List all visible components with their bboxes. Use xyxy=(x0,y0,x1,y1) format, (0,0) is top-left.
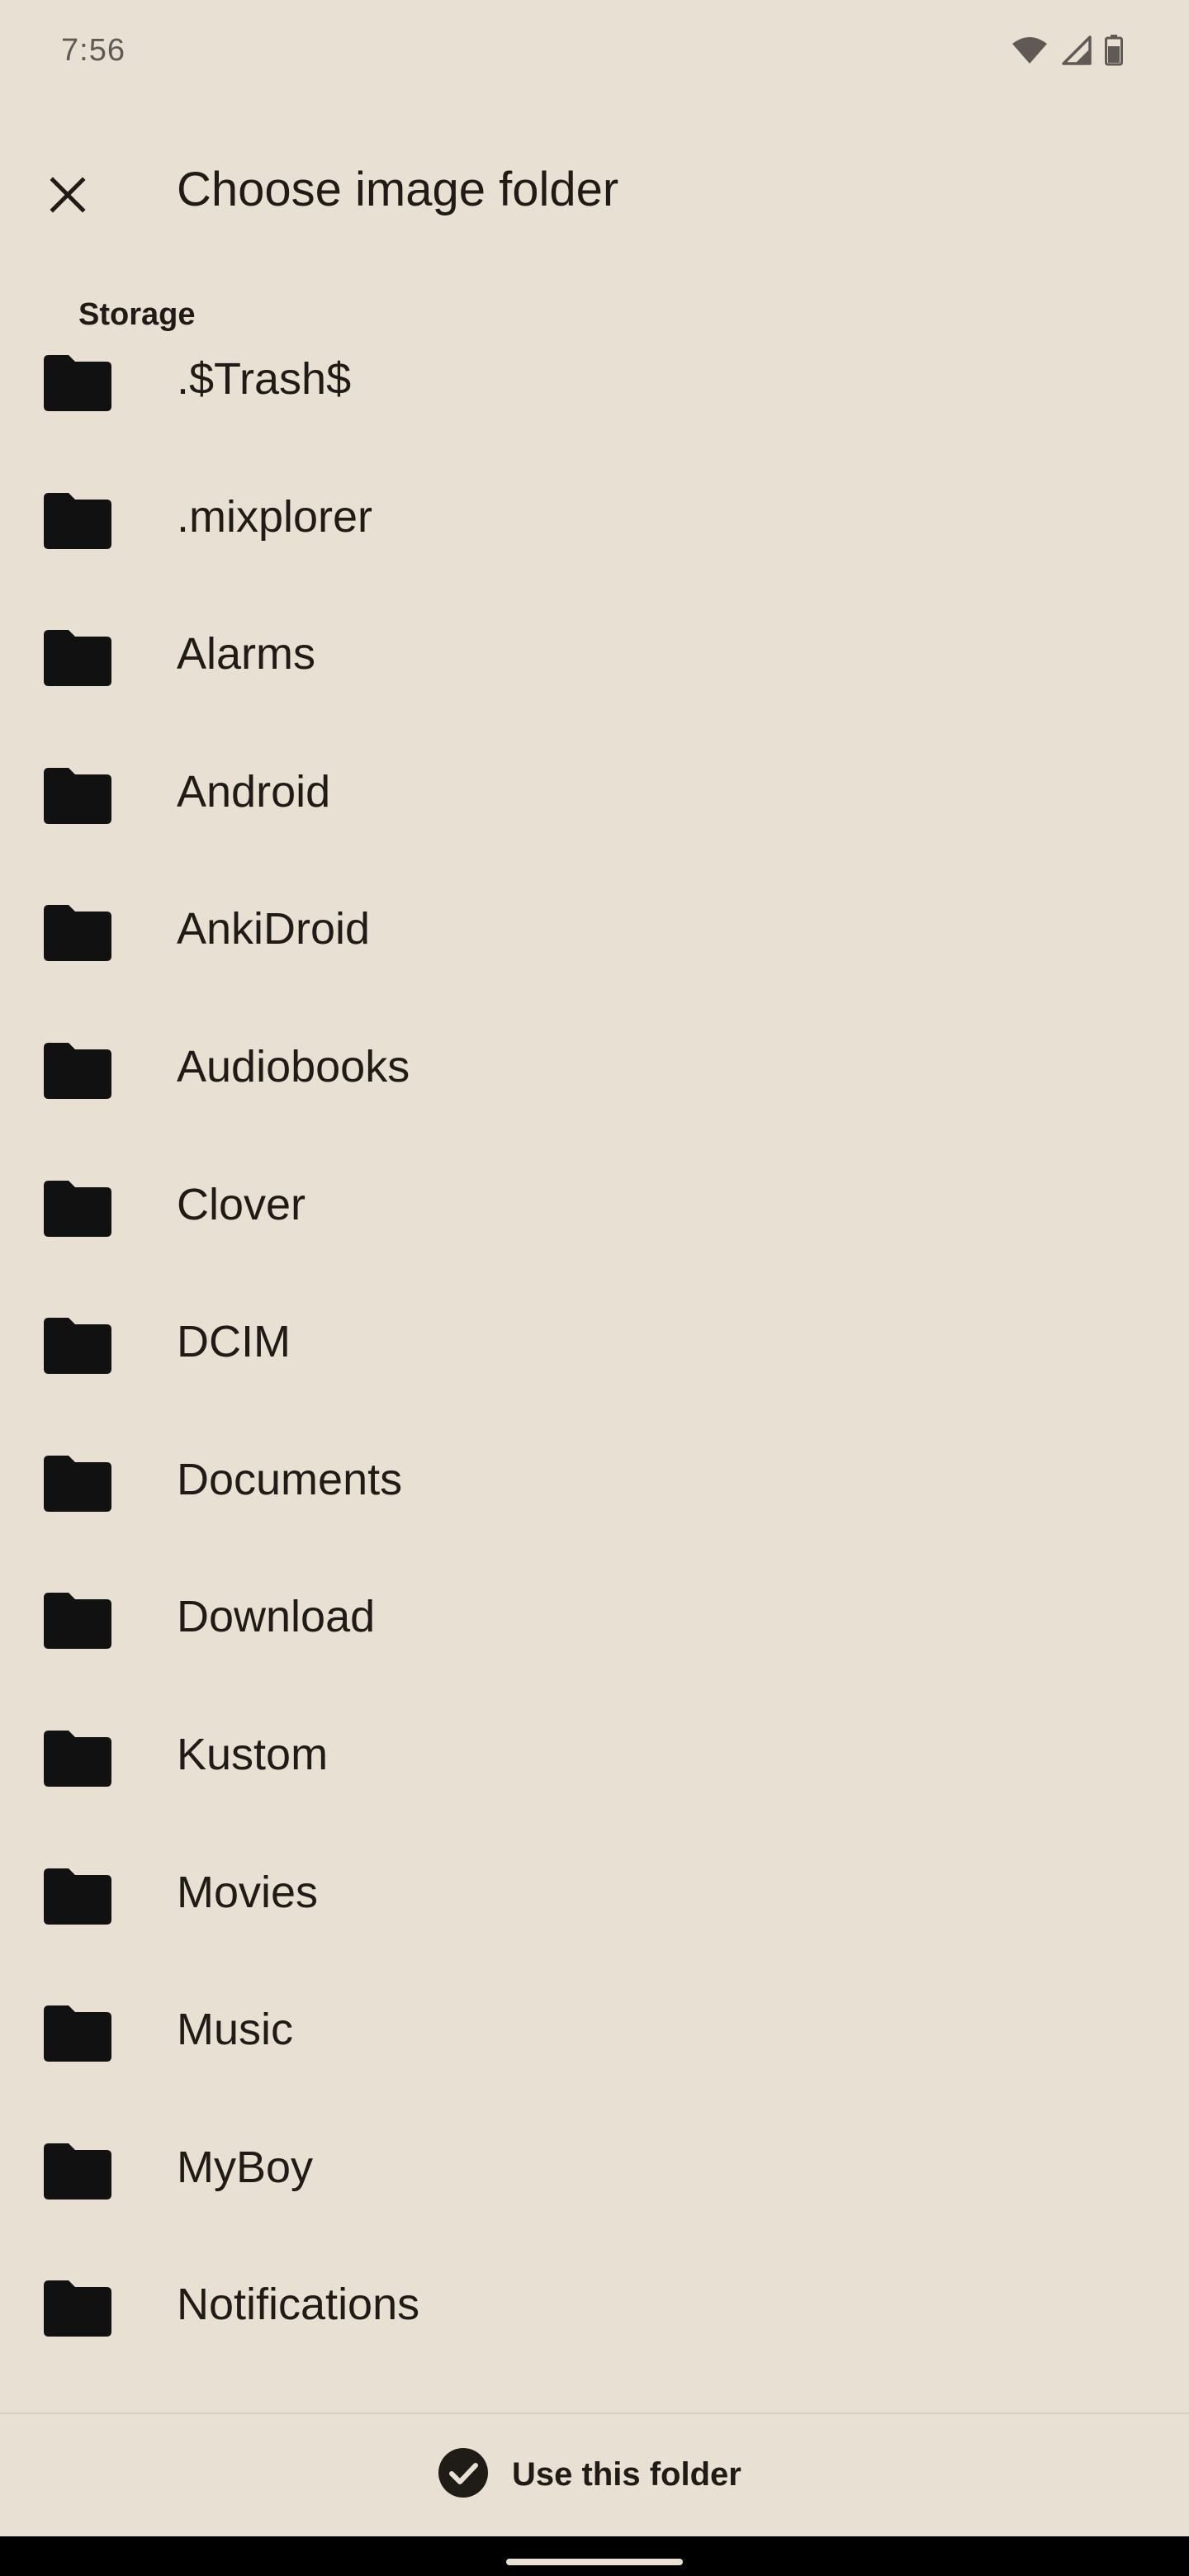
folder-label: Alarms xyxy=(177,629,316,680)
close-button[interactable] xyxy=(28,157,107,236)
folder-label: Download xyxy=(177,1592,376,1642)
folder-icon xyxy=(44,2005,111,2062)
gesture-handle[interactable] xyxy=(506,2559,683,2565)
folder-icon xyxy=(44,1318,111,1375)
folder-icon xyxy=(44,1042,111,1099)
folder-list: .$Trash$ .mixplorer Alarms Android AnkiD… xyxy=(0,310,1189,2374)
folder-item[interactable]: MyBoy xyxy=(0,2099,1189,2237)
folder-label: Android xyxy=(177,766,331,817)
system-navigation-bar xyxy=(0,2536,1189,2576)
folder-item[interactable]: Download xyxy=(0,1548,1189,1686)
app-bar: Choose image folder xyxy=(0,140,1189,239)
folder-icon xyxy=(44,905,111,962)
folder-label: Documents xyxy=(177,1454,403,1504)
bottom-action-bar: Use this folder xyxy=(0,2413,1189,2538)
folder-item[interactable]: Audiobooks xyxy=(0,998,1189,1136)
folder-item[interactable]: Movies xyxy=(0,1824,1189,1962)
folder-icon xyxy=(44,355,111,411)
folder-label: MyBoy xyxy=(177,2142,314,2192)
folder-icon xyxy=(44,1730,111,1787)
folder-icon xyxy=(44,630,111,687)
status-icons xyxy=(1011,35,1123,66)
screen: 7:56 Choose image folder Storage .$Trash… xyxy=(0,0,1189,2576)
folder-item[interactable]: .mixplorer xyxy=(0,448,1189,586)
folder-item[interactable]: Notifications xyxy=(0,2236,1189,2374)
folder-item[interactable]: AnkiDroid xyxy=(0,860,1189,998)
folder-label: DCIM xyxy=(177,1317,291,1367)
use-this-folder-label: Use this folder xyxy=(512,2455,741,2493)
folder-label: Movies xyxy=(177,1867,319,1917)
folder-icon xyxy=(44,1868,111,1925)
folder-icon xyxy=(44,1180,111,1237)
wifi-icon xyxy=(1011,36,1049,65)
use-this-folder-button[interactable]: Use this folder xyxy=(438,2437,741,2512)
folder-label: AnkiDroid xyxy=(177,904,371,954)
check-circle-icon xyxy=(438,2447,489,2503)
folder-label: Kustom xyxy=(177,1729,329,1779)
folder-label: Audiobooks xyxy=(177,1041,410,1091)
folder-label: .$Trash$ xyxy=(177,354,352,404)
folder-item[interactable]: .$Trash$ xyxy=(0,310,1189,448)
folder-item[interactable]: DCIM xyxy=(0,1273,1189,1411)
folder-icon xyxy=(44,1593,111,1650)
close-icon xyxy=(48,175,88,219)
folder-icon xyxy=(44,2143,111,2200)
battery-icon xyxy=(1105,35,1123,66)
page-title: Choose image folder xyxy=(177,163,619,216)
folder-label: Clover xyxy=(177,1179,306,1229)
folder-item[interactable]: Documents xyxy=(0,1411,1189,1549)
cellular-signal-icon xyxy=(1062,36,1092,65)
folder-icon xyxy=(44,1455,111,1512)
folder-label: .mixplorer xyxy=(177,491,373,542)
folder-icon xyxy=(44,767,111,824)
folder-icon xyxy=(44,2280,111,2337)
status-bar: 7:56 xyxy=(0,0,1189,107)
folder-icon xyxy=(44,492,111,549)
folder-label: Music xyxy=(177,2005,294,2055)
status-time: 7:56 xyxy=(61,33,126,68)
folder-item[interactable]: Kustom xyxy=(0,1686,1189,1824)
folder-label: Notifications xyxy=(177,2280,420,2330)
folder-item[interactable]: Clover xyxy=(0,1136,1189,1274)
folder-item[interactable]: Alarms xyxy=(0,585,1189,723)
folder-item[interactable]: Music xyxy=(0,1961,1189,2099)
folder-item[interactable]: Android xyxy=(0,723,1189,861)
